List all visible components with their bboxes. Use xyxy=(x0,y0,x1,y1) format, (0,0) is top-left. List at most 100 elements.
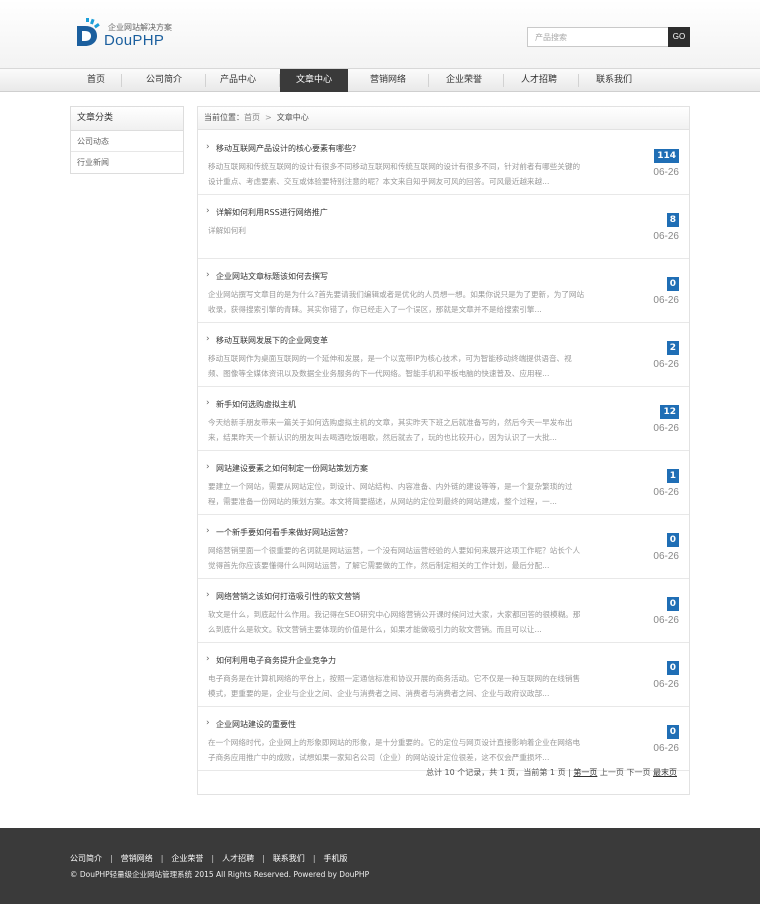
article-date: 06-26 xyxy=(653,231,679,242)
footer-divider: | xyxy=(211,854,215,863)
footer-link-about[interactable]: 公司简介 xyxy=(70,854,102,863)
nav-divider xyxy=(121,74,122,87)
chevron-right-icon: › xyxy=(206,718,210,728)
article-item: › 如何利用电子商务提升企业竞争力 电子商务是在计算机网络的平台上，按照一定通信… xyxy=(198,643,689,707)
chevron-right-icon: › xyxy=(206,462,210,472)
footer-link-contact[interactable]: 联系我们 xyxy=(273,854,305,863)
search-go-button[interactable]: GO xyxy=(668,27,690,47)
pagination-first-link[interactable]: 第一页 xyxy=(573,768,597,777)
article-date: 06-26 xyxy=(653,487,679,498)
site-logo[interactable]: 企业网站解决方案 DouPHP xyxy=(74,16,184,52)
breadcrumb: 当前位置：首页 > 文章中心 xyxy=(198,107,689,130)
view-count-badge: 0 xyxy=(666,533,679,547)
footer: 公司简介 | 营销网络 | 企业荣誉 | 人才招聘 | 联系我们 | 手机版 © DouPHP轻量级… xyxy=(0,828,760,904)
article-item: › 详解如何利用RSS进行网络推广 详解如何利 8 06-26 xyxy=(198,195,689,259)
article-title[interactable]: 如何利用电子商务提升企业竞争力 xyxy=(216,655,336,666)
nav-item-contact[interactable]: 联系我们 xyxy=(582,69,646,92)
nav-item-jobs[interactable]: 人才招聘 xyxy=(507,69,571,92)
chevron-right-icon: › xyxy=(206,206,210,216)
view-count-badge: 1 xyxy=(666,469,679,483)
main-nav: 首页 公司简介 产品中心 文章中心 营销网络 企业荣誉 人才招聘 联系我们 xyxy=(0,68,760,92)
footer-link-jobs[interactable]: 人才招聘 xyxy=(222,854,254,863)
chevron-right-icon: › xyxy=(206,654,210,664)
breadcrumb-home-link[interactable]: 首页 xyxy=(244,113,260,122)
article-title[interactable]: 企业网站建设的重要性 xyxy=(216,719,296,730)
footer-link-honors[interactable]: 企业荣誉 xyxy=(171,854,203,863)
article-item: › 网站建设要素之如何制定一份网站策划方案 要建立一个网站，需要从网站定位，到设… xyxy=(198,451,689,515)
article-date: 06-26 xyxy=(653,295,679,306)
article-title[interactable]: 详解如何利用RSS进行网络推广 xyxy=(216,207,328,218)
article-date: 06-26 xyxy=(653,423,679,434)
pagination: 总计 10 个记录，共 1 页，当前第 1 页 | 第一页 上一页 下一页 最末… xyxy=(198,767,689,778)
chevron-right-icon: › xyxy=(206,398,210,408)
header: 企业网站解决方案 DouPHP GO xyxy=(0,0,760,68)
pagination-next: 下一页 xyxy=(626,768,651,777)
footer-divider: | xyxy=(110,854,113,863)
article-date: 06-26 xyxy=(653,679,679,690)
sidebar-item-company-news[interactable]: 公司动态 xyxy=(71,131,183,152)
search-input[interactable] xyxy=(528,28,668,46)
article-excerpt: 软文是什么，到底起什么作用。我记得在SEO研究中心网络营销公开课时候问过大家，大… xyxy=(208,610,581,634)
article-date: 06-26 xyxy=(653,359,679,370)
article-excerpt: 电子商务是在计算机网络的平台上，按照一定通信标准和协议开展的商务活动。它不仅是一… xyxy=(208,674,581,698)
article-date: 06-26 xyxy=(653,743,679,754)
nav-divider xyxy=(428,74,429,87)
article-item: › 企业网站文章标题该如何去撰写 企业网站撰写文章目的是为什么?首先要请我们编辑… xyxy=(198,259,689,323)
nav-item-articles[interactable]: 文章中心 xyxy=(280,69,348,92)
article-title[interactable]: 网络营销之该如何打造吸引性的软文营销 xyxy=(216,591,360,602)
article-item: › 企业网站建设的重要性 在一个网络时代，企业网上的形象即网站的形象，是十分重要… xyxy=(198,707,689,771)
chevron-right-icon: › xyxy=(206,526,210,536)
article-excerpt: 详解如何利 xyxy=(208,226,246,235)
sidebar-item-industry-news[interactable]: 行业新闻 xyxy=(71,152,183,173)
article-title[interactable]: 一个新手要如何看手来做好网站运营？ xyxy=(216,527,352,538)
article-title[interactable]: 移动互联网产品设计的核心要素有哪些？ xyxy=(216,143,360,154)
pagination-last-link[interactable]: 最末页 xyxy=(653,768,677,777)
article-date: 06-26 xyxy=(653,167,679,178)
chevron-right-icon: › xyxy=(206,142,210,152)
logo-name: DouPHP xyxy=(104,32,165,49)
view-count-badge: 12 xyxy=(660,405,679,419)
article-item: › 新手如何选购虚拟主机 今天给新手朋友带来一篇关于如何选购虚拟主机的文章，其实… xyxy=(198,387,689,451)
chevron-right-icon: › xyxy=(206,270,210,280)
footer-divider: | xyxy=(312,854,316,863)
article-title[interactable]: 网站建设要素之如何制定一份网站策划方案 xyxy=(216,463,368,474)
view-count-badge: 0 xyxy=(666,725,679,739)
view-count-badge: 0 xyxy=(666,277,679,291)
chevron-right-icon: › xyxy=(206,590,210,600)
nav-divider xyxy=(503,74,504,87)
article-excerpt: 网络营销里面一个很重要的名词就是网站运营，一个没有网站运营经验的人要如何来展开这… xyxy=(208,546,581,570)
breadcrumb-separator: > xyxy=(265,113,272,122)
nav-item-honors[interactable]: 企业荣誉 xyxy=(432,69,496,92)
article-title[interactable]: 移动互联网发展下的企业网变革 xyxy=(216,335,328,346)
article-title[interactable]: 新手如何选购虚拟主机 xyxy=(216,399,296,410)
article-title[interactable]: 企业网站文章标题该如何去撰写 xyxy=(216,271,328,282)
breadcrumb-prefix: 当前位置： xyxy=(204,113,244,122)
article-list-panel: 当前位置：首页 > 文章中心 › 移动互联网产品设计的核心要素有哪些？ 移动互联网和… xyxy=(197,106,690,795)
article-excerpt: 在一个网络时代，企业网上的形象即网站的形象，是十分重要的。它的定位与网页设计直接… xyxy=(208,738,581,762)
nav-item-marketing[interactable]: 营销网络 xyxy=(356,69,420,92)
douphp-logo-icon xyxy=(77,18,100,46)
footer-link-mobile[interactable]: 手机版 xyxy=(324,854,348,863)
view-count-badge: 8 xyxy=(666,213,679,227)
article-item: › 移动互联网发展下的企业网变革 移动互联网作为桌面互联网的一个延伸和发展，是一… xyxy=(198,323,689,387)
search-box: GO xyxy=(527,27,690,47)
view-count-badge: 2 xyxy=(666,341,679,355)
sidebar-title: 文章分类 xyxy=(71,107,183,131)
article-excerpt: 移动互联网作为桌面互联网的一个延伸和发展，是一个以宽带IP为核心技术，可为智能移… xyxy=(208,354,572,378)
footer-link-marketing[interactable]: 营销网络 xyxy=(121,854,153,863)
chevron-right-icon: › xyxy=(206,334,210,344)
view-count-badge: 0 xyxy=(666,597,679,611)
article-item: › 移动互联网产品设计的核心要素有哪些？ 移动互联网和传统互联网的设计有很多不同… xyxy=(198,131,689,195)
nav-item-about[interactable]: 公司简介 xyxy=(132,69,196,92)
nav-item-home[interactable]: 首页 xyxy=(71,69,121,92)
view-count-badge: 114 xyxy=(654,149,679,163)
breadcrumb-current: 文章中心 xyxy=(276,113,309,122)
footer-copyright: © DouPHP轻量级企业网站管理系统 2015 All Rights Rese… xyxy=(70,870,370,879)
article-excerpt: 企业网站撰写文章目的是为什么?首先要请我们编辑或者是优化的人员想一想。如果你说只… xyxy=(208,290,585,314)
nav-item-products[interactable]: 产品中心 xyxy=(206,69,270,92)
article-excerpt: 移动互联网和传统互联网的设计有很多不同移动互联网和传统互联网的设计有很多不同，针… xyxy=(208,162,581,186)
article-excerpt: 要建立一个网站，需要从网站定位，到设计、网站结构、内容准备、内外链的建设等等，是… xyxy=(208,482,573,506)
category-sidebar: 文章分类 公司动态 行业新闻 xyxy=(70,106,184,174)
pagination-prev: 上一页 xyxy=(599,768,624,777)
article-excerpt: 今天给新手朋友带来一篇关于如何选购虚拟主机的文章，其实昨天下班之后就准备写的，然… xyxy=(208,418,573,442)
